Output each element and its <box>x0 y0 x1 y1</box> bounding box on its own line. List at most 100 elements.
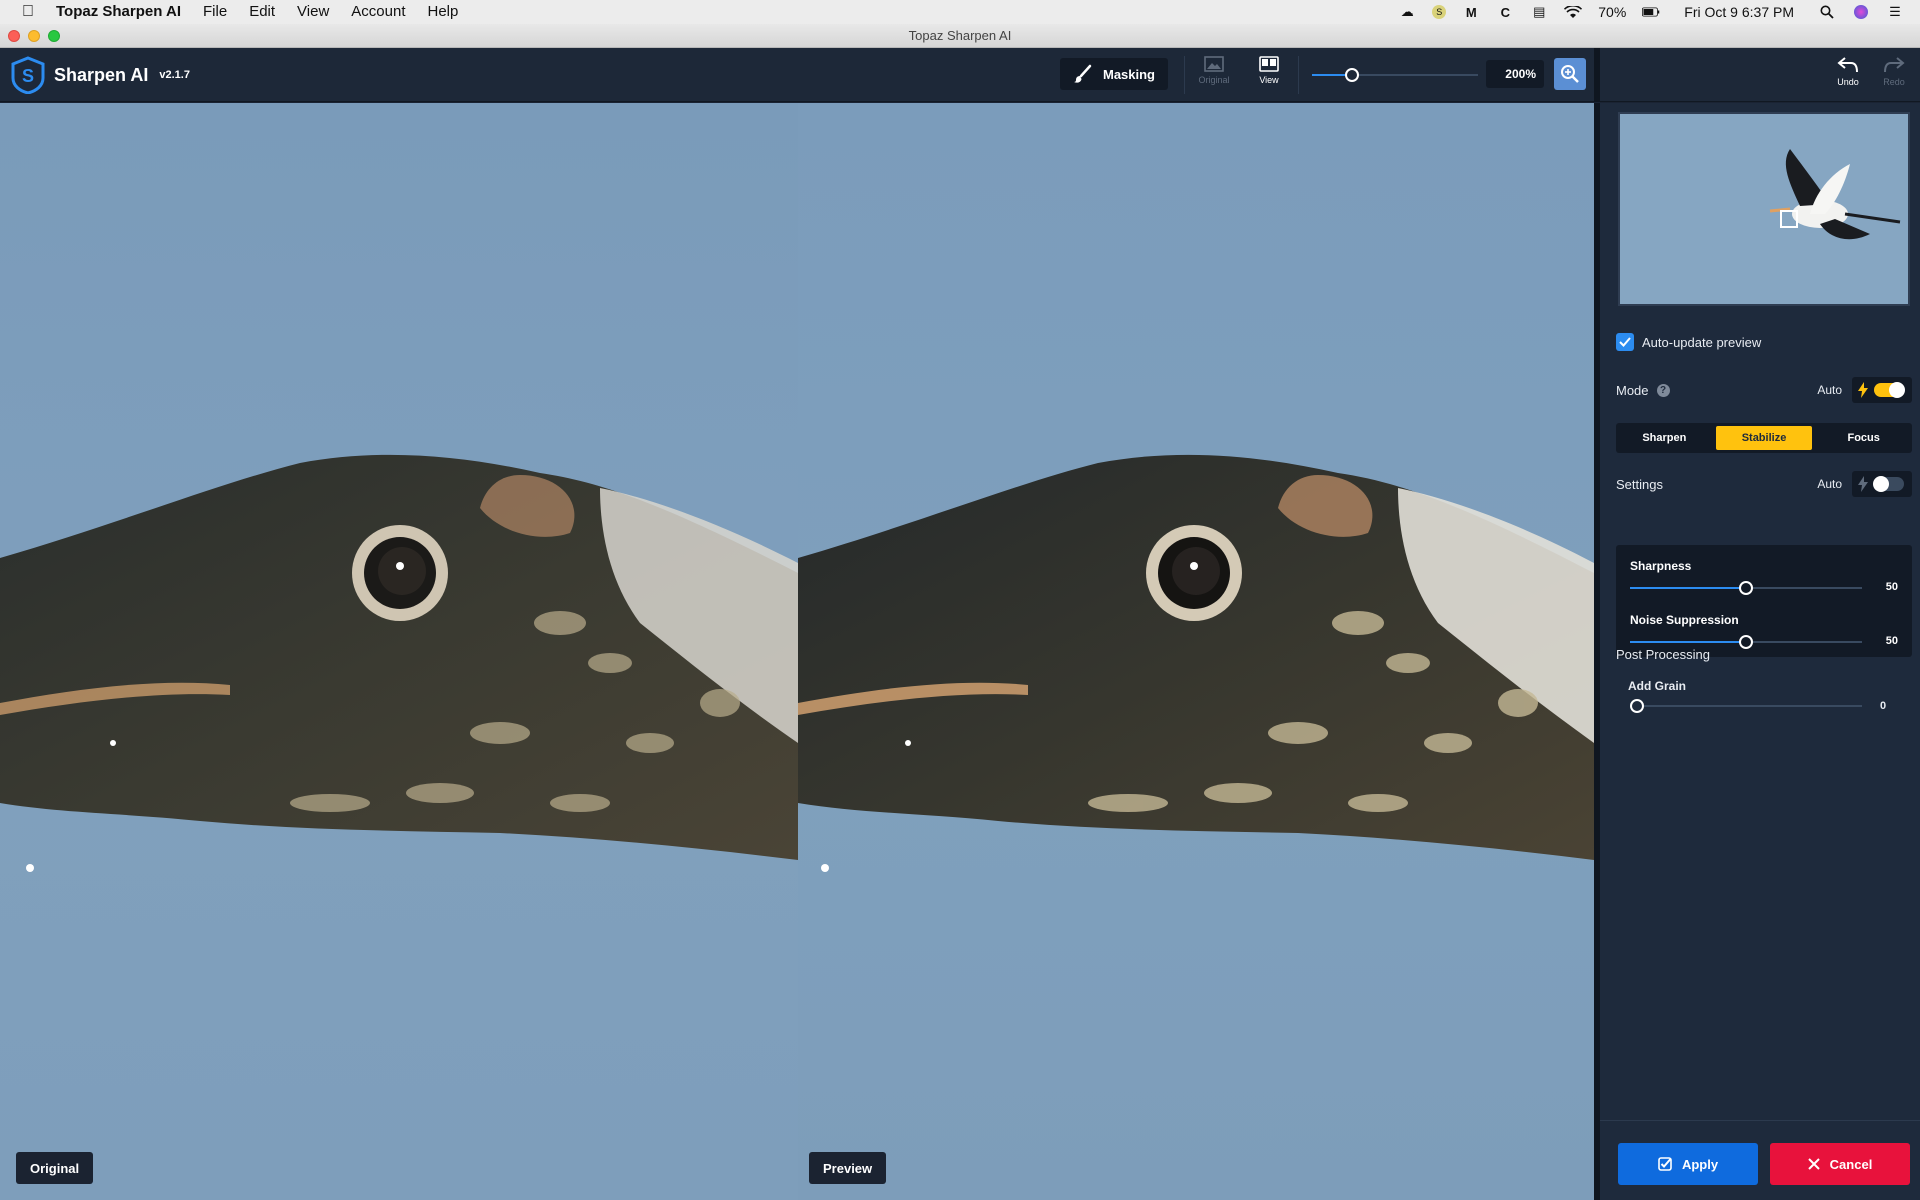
app-version: v2.1.7 <box>159 69 190 81</box>
cancel-label: Cancel <box>1829 1156 1873 1172</box>
mode-auto-switch[interactable] <box>1874 382 1905 398</box>
bird-thumbnail-image <box>1769 149 1901 240</box>
malwarebytes-icon[interactable]: M <box>1462 5 1480 20</box>
original-view-label: Original <box>1198 75 1230 85</box>
zoom-window-button[interactable] <box>48 30 60 42</box>
apply-button[interactable]: Apply <box>1618 1143 1758 1185</box>
tab-focus[interactable]: Focus <box>1815 423 1912 453</box>
settings-panel: Auto-update preview Mode ? Auto Sharpen … <box>1594 103 1920 1200</box>
menu-file[interactable]: File <box>192 0 238 24</box>
zoom-percent-field[interactable]: 200% <box>1486 60 1544 88</box>
view-mode-label: View <box>1259 75 1279 85</box>
auto-update-checkbox[interactable] <box>1616 333 1634 351</box>
zoom-in-icon <box>1561 65 1579 83</box>
menu-app-name[interactable]: Topaz Sharpen AI <box>56 0 192 24</box>
menu-view[interactable]: View <box>286 0 340 24</box>
auto-update-label: Auto-update preview <box>1642 334 1762 350</box>
wifi-icon[interactable] <box>1564 5 1583 19</box>
settings-row: Settings Auto <box>1616 471 1912 497</box>
masking-button[interactable]: Masking <box>1060 58 1168 90</box>
battery-icon[interactable] <box>1642 5 1660 19</box>
calendar-icon[interactable]: ▤ <box>1530 4 1548 19</box>
app-toolbar: S Sharpen AI v2.1.7 Masking Original Vie… <box>0 48 1920 102</box>
navigator-viewport-box[interactable] <box>1780 210 1798 228</box>
add-grain-label: Add Grain <box>1628 679 1687 693</box>
original-pane-label: Original <box>16 1152 94 1184</box>
settings-sliders-box: Sharpness 50 Noise Suppression 50 <box>1616 545 1912 657</box>
app-brand-name: Sharpen AI <box>54 64 149 85</box>
auto-update-row[interactable]: Auto-update preview <box>1616 333 1912 351</box>
toolbar-divider <box>1184 56 1185 94</box>
tab-stabilize[interactable]: Stabilize <box>1715 426 1813 450</box>
menu-help[interactable]: Help <box>417 0 470 24</box>
apply-label: Apply <box>1681 1156 1719 1172</box>
add-grain-slider-knob[interactable] <box>1630 699 1644 713</box>
add-grain-slider[interactable] <box>1630 699 1862 713</box>
mode-label: Mode <box>1616 382 1649 398</box>
spotlight-search-icon[interactable] <box>1818 5 1836 19</box>
original-view-button[interactable]: Original <box>1189 56 1239 85</box>
preview-pane[interactable]: Preview <box>798 103 1594 1200</box>
apply-check-icon <box>1658 1157 1672 1171</box>
settings-auto-label: Auto <box>1817 477 1842 491</box>
sharpness-slider[interactable] <box>1630 581 1862 595</box>
zoom-slider-knob[interactable] <box>1345 68 1359 82</box>
menu-account[interactable]: Account <box>340 0 416 24</box>
close-window-button[interactable] <box>8 30 20 42</box>
c-app-icon[interactable]: C <box>1496 5 1514 20</box>
sharpness-slider-knob[interactable] <box>1739 581 1753 595</box>
creative-cloud-icon[interactable]: ☁ <box>1398 4 1416 19</box>
sharpness-value: 50 <box>1885 581 1898 593</box>
redo-icon <box>1884 57 1905 73</box>
image-canvas[interactable]: Original Preview <box>0 103 1594 1200</box>
split-view-icon <box>1259 56 1279 72</box>
post-processing-title: Post Processing <box>1616 647 1710 662</box>
noise-suppression-label: Noise Suppression <box>1630 613 1739 627</box>
settings-label: Settings <box>1616 476 1663 492</box>
topaz-logo-icon: S <box>11 56 45 94</box>
cancel-button[interactable]: Cancel <box>1770 1143 1910 1185</box>
noise-suppression-slider[interactable] <box>1630 635 1862 649</box>
notification-center-icon[interactable]: ☰ <box>1886 4 1904 19</box>
zoom-button[interactable] <box>1554 58 1586 90</box>
undo-icon <box>1837 57 1858 73</box>
minimize-window-button[interactable] <box>28 30 40 42</box>
bird-head-preview-image <box>798 454 1594 872</box>
apple-menu-icon[interactable]:  <box>0 3 56 21</box>
mode-auto-toggle[interactable] <box>1852 377 1912 403</box>
noise-suppression-value: 50 <box>1885 635 1898 647</box>
toolbar-divider <box>1298 56 1299 94</box>
window-titlebar: Topaz Sharpen AI <box>0 24 1920 48</box>
tab-sharpen[interactable]: Sharpen <box>1616 423 1713 453</box>
siri-icon[interactable] <box>1852 5 1870 19</box>
image-icon <box>1204 56 1224 72</box>
menubar-clock[interactable]: Fri Oct 9 6:37 PM <box>1684 4 1794 20</box>
view-mode-button[interactable]: View <box>1244 56 1294 85</box>
preview-pane-label: Preview <box>809 1152 887 1184</box>
navigator-thumbnail[interactable] <box>1618 112 1910 306</box>
masking-label: Masking <box>1102 66 1155 82</box>
macos-menubar:  Topaz Sharpen AI File Edit View Accoun… <box>0 0 1920 24</box>
redo-label: Redo <box>1883 77 1905 87</box>
zoom-slider[interactable] <box>1312 68 1478 82</box>
bird-head-original-image <box>0 454 798 872</box>
original-pane[interactable]: Original <box>0 103 798 1200</box>
menu-edit[interactable]: Edit <box>238 0 286 24</box>
help-icon[interactable]: ? <box>1656 383 1670 397</box>
battery-percent: 70% <box>1598 4 1627 20</box>
sharpness-slider-fill <box>1630 587 1746 589</box>
mode-auto-label: Auto <box>1817 383 1842 397</box>
close-icon <box>1807 1158 1820 1170</box>
mode-tabs: Sharpen Stabilize Focus <box>1616 423 1912 453</box>
settings-auto-toggle[interactable] <box>1852 471 1912 497</box>
redo-button[interactable]: Redo <box>1872 56 1916 87</box>
check-icon <box>1619 337 1631 347</box>
lightning-icon <box>1858 382 1868 398</box>
s-badge-icon[interactable]: S <box>1432 5 1447 19</box>
noise-suppression-slider-knob[interactable] <box>1739 635 1753 649</box>
app-logo: S Sharpen AI v2.1.7 <box>10 56 190 94</box>
settings-auto-switch[interactable] <box>1873 476 1904 492</box>
window-title: Topaz Sharpen AI <box>908 28 1012 43</box>
undo-label: Undo <box>1837 77 1859 87</box>
undo-button[interactable]: Undo <box>1826 56 1870 87</box>
